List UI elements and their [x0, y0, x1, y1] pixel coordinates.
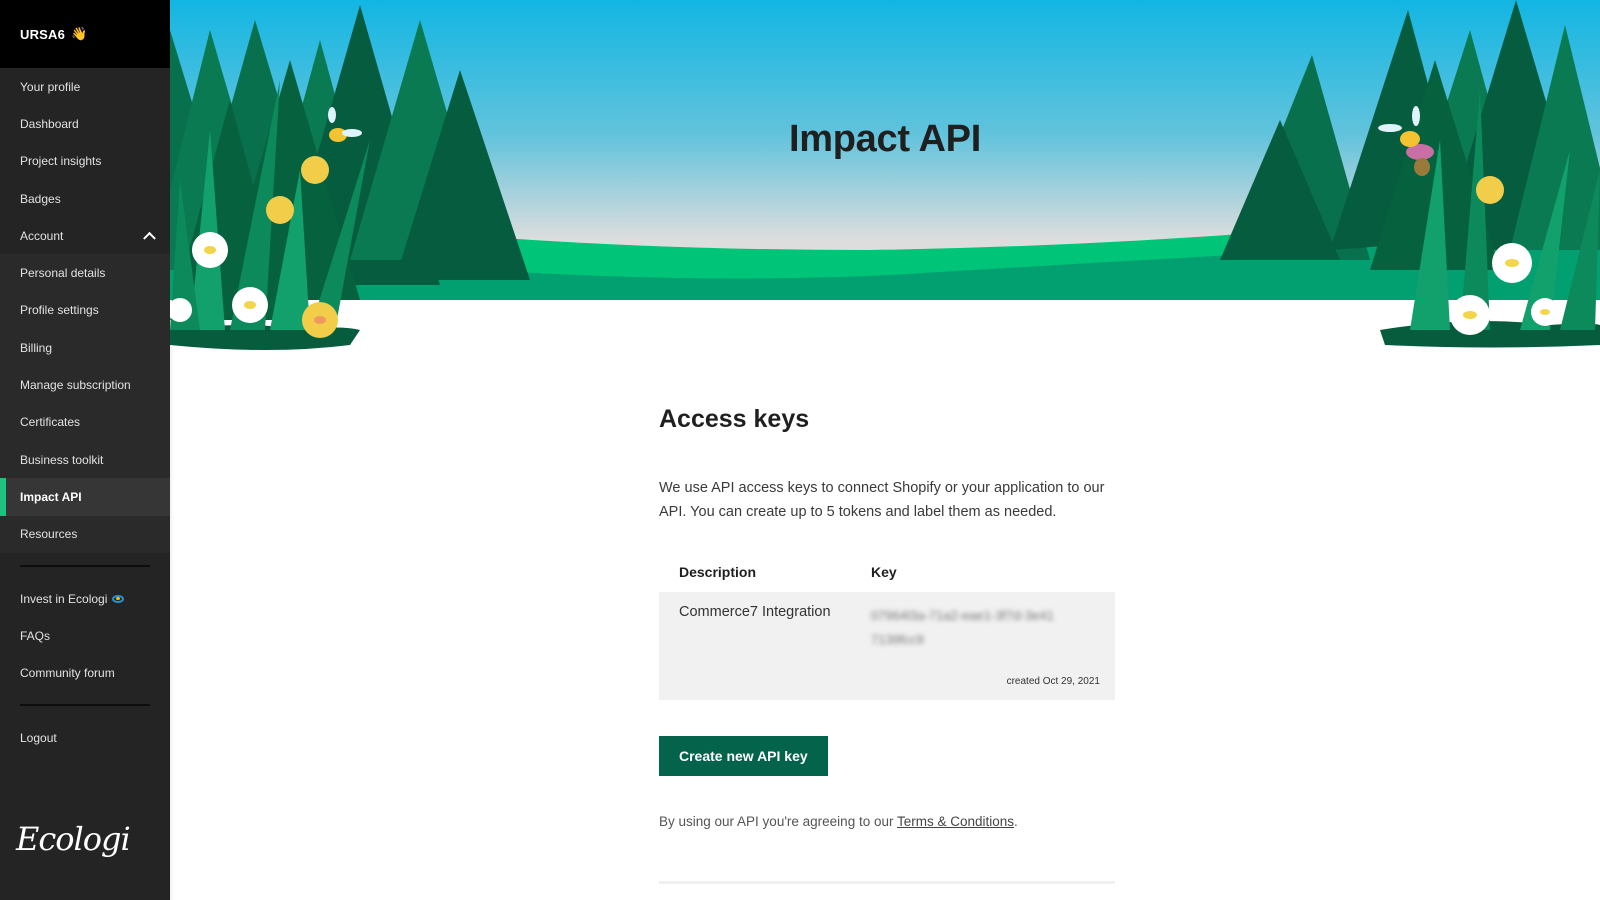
- sidebar-item-business-toolkit[interactable]: Business toolkit: [0, 441, 170, 478]
- sidebar-divider: [20, 703, 150, 706]
- sidebar-item-label: FAQs: [20, 629, 51, 644]
- sidebar-item-label: Personal details: [20, 266, 106, 281]
- logout-link[interactable]: Logout: [0, 720, 170, 757]
- sidebar-item-label: Profile settings: [20, 303, 99, 318]
- forest-illustration: [170, 0, 1600, 350]
- secondary-nav: Invest in Ecologi FAQs Community forum L…: [0, 564, 170, 757]
- app: URSA6 👋 Your profile Dashboard Project i…: [0, 0, 1600, 900]
- ecologi-logo[interactable]: Ecologi: [16, 820, 131, 858]
- sidebar-item-faqs[interactable]: FAQs: [0, 618, 170, 655]
- sidebar-item-resources[interactable]: Resources: [0, 516, 170, 553]
- table-header: Description Key: [659, 552, 1115, 592]
- content-divider: [659, 881, 1115, 884]
- logout-label: Logout: [20, 731, 57, 746]
- sidebar-item-personal-details[interactable]: Personal details: [0, 254, 170, 291]
- api-key-value[interactable]: 07964l3a-71a2-eae1-3f7d-3e417139fcc9: [871, 604, 1061, 652]
- sidebar-item-account[interactable]: Account: [0, 217, 170, 254]
- sidebar-item-your-profile[interactable]: Your profile: [0, 68, 170, 105]
- sidebar-item-badges[interactable]: Badges: [0, 180, 170, 217]
- sidebar-header: URSA6 👋: [0, 0, 170, 68]
- terms-link[interactable]: Terms & Conditions: [897, 814, 1014, 829]
- access-keys-section: Access keys We use API access keys to co…: [659, 390, 1115, 884]
- sidebar-item-label: Business toolkit: [20, 452, 104, 467]
- column-header-description: Description: [679, 564, 757, 580]
- page-title: Impact API: [789, 118, 981, 160]
- sidebar-item-manage-subscription[interactable]: Manage subscription: [0, 366, 170, 403]
- sidebar-item-profile-settings[interactable]: Profile settings: [0, 292, 170, 329]
- sidebar-item-certificates[interactable]: Certificates: [0, 404, 170, 441]
- sidebar-item-label: Your profile: [20, 79, 81, 94]
- sidebar: URSA6 👋 Your profile Dashboard Project i…: [0, 0, 170, 900]
- sidebar-item-invest[interactable]: Invest in Ecologi: [0, 581, 170, 618]
- intro-text: We use API access keys to connect Shopif…: [659, 480, 1105, 520]
- create-api-key-button[interactable]: Create new API key: [659, 736, 828, 776]
- key-description: Commerce7 Integration: [679, 604, 831, 620]
- sidebar-item-label: Account: [20, 228, 64, 243]
- username: URSA6: [20, 26, 66, 42]
- sidebar-item-label: Badges: [20, 191, 61, 206]
- account-subnav: Personal details Profile settings Billin…: [0, 254, 170, 553]
- sidebar-divider: [20, 564, 150, 567]
- sidebar-item-dashboard[interactable]: Dashboard: [0, 105, 170, 142]
- sidebar-item-label: Project insights: [20, 154, 102, 169]
- sidebar-item-label: Manage subscription: [20, 378, 131, 393]
- sidebar-item-billing[interactable]: Billing: [0, 329, 170, 366]
- table-row[interactable]: Commerce7 Integration 07964l3a-71a2-eae1…: [659, 592, 1115, 700]
- sidebar-item-label: Billing: [20, 340, 53, 355]
- sidebar-item-project-insights[interactable]: Project insights: [0, 143, 170, 180]
- sidebar-item-impact-api[interactable]: Impact API: [0, 478, 170, 516]
- sidebar-item-label: Community forum: [20, 666, 115, 681]
- hero-banner: Impact API: [170, 0, 1600, 350]
- terms-suffix: .: [1014, 814, 1018, 829]
- main-nav: Your profile Dashboard Project insights …: [0, 68, 170, 255]
- sidebar-item-community-forum[interactable]: Community forum: [0, 655, 170, 692]
- section-title: Access keys: [659, 405, 810, 433]
- api-keys-table: Description Key Commerce7 Integration 07…: [659, 552, 1115, 700]
- sidebar-item-label: Impact API: [20, 489, 82, 504]
- globe-icon: [112, 595, 125, 604]
- terms-notice: By using our API you're agreeing to our …: [659, 814, 1115, 829]
- sidebar-item-label: Invest in Ecologi: [20, 592, 108, 607]
- sidebar-item-label: Dashboard: [20, 116, 79, 131]
- terms-prefix: By using our API you're agreeing to our: [659, 814, 897, 829]
- column-header-key: Key: [871, 564, 897, 580]
- waving-hand-icon: 👋: [71, 26, 88, 41]
- chevron-up-icon[interactable]: [143, 231, 156, 245]
- created-date: created Oct 29, 2021: [1006, 676, 1100, 687]
- sidebar-item-label: Certificates: [20, 415, 81, 430]
- sidebar-item-label: Resources: [20, 527, 78, 542]
